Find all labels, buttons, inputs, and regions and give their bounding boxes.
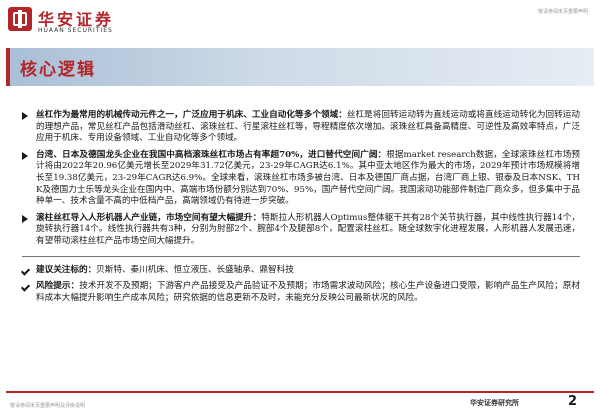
section-divider [22, 255, 580, 257]
footer-org: 华安证券研究所 [470, 398, 519, 407]
check-bullet-icon [22, 267, 29, 274]
content-area: 丝杠作为最常用的机械传动元件之一，广泛应用于机床、工业自动化等多个领域：丝杠是将… [22, 110, 580, 312]
item-body: 技术开发不及预期；下游客户产品接受及产品验证不及预期；市场需求波动风险；核心生产… [36, 281, 580, 303]
item-lead: 丝杠作为最常用的机械传动元件之一，广泛应用于机床、工业自动化等多个领域： [36, 110, 347, 120]
item-lead: 风险提示： [36, 281, 80, 292]
title-bar: 核心逻辑 [6, 48, 594, 86]
item-lead: 滚柱丝杠导入人形机器人产业链，市场空间有望大幅提升： [36, 212, 262, 223]
footer-note: 敬请参阅末页重要声明及评级说明 [10, 403, 86, 409]
arrow-bullet-icon [22, 151, 28, 160]
arrow-bullet-icon [22, 214, 28, 223]
header-note: 敬请参阅末页重要声明 [537, 9, 588, 15]
logo-seal-icon [8, 7, 32, 31]
logo-name-en: HUAAN SECURITIES [38, 27, 113, 34]
company-logo: 华安证券 HUAAN SECURITIES [8, 6, 138, 40]
recommendation-section: 建议关注标的：贝斯特、秦川机床、恒立液压、长盛轴承、鼎智科技 风险提示：技术开发… [22, 265, 580, 305]
logic-item: 台湾、日本及德国龙头企业在我国中高档滚珠丝杠市场占有率超70%，进口替代空间广阔… [22, 150, 580, 208]
risk-item: 风险提示：技术开发不及预期；下游客户产品接受及产品验证不及预期；市场需求波动风险… [22, 281, 580, 304]
page-title: 核心逻辑 [20, 60, 96, 80]
logic-item: 丝杠作为最常用的机械传动元件之一，广泛应用于机床、工业自动化等多个领域：丝杠是将… [22, 110, 580, 145]
check-bullet-icon [22, 283, 29, 290]
footer-divider [6, 391, 594, 393]
item-lead: 建议关注标的： [36, 264, 97, 275]
core-logic-section: 丝杠作为最常用的机械传动元件之一，广泛应用于机床、工业自动化等多个领域：丝杠是将… [22, 110, 580, 248]
item-body: 贝斯特、秦川机床、恒立液压、长盛轴承、鼎智科技 [96, 264, 294, 275]
page-header: 华安证券 HUAAN SECURITIES 敬请参阅末页重要声明 [0, 0, 600, 44]
logic-item: 滚柱丝杠导入人形机器人产业链，市场空间有望大幅提升：特斯拉人形机器人Optimu… [22, 213, 580, 248]
item-lead: 台湾、日本及德国龙头企业在我国中高档滚珠丝杠市场占有率超70%，进口替代空间广阔… [36, 149, 387, 160]
recommendation-item: 建议关注标的：贝斯特、秦川机床、恒立液压、长盛轴承、鼎智科技 [22, 265, 580, 277]
arrow-bullet-icon [22, 112, 28, 120]
page-number: 2 [568, 394, 578, 409]
